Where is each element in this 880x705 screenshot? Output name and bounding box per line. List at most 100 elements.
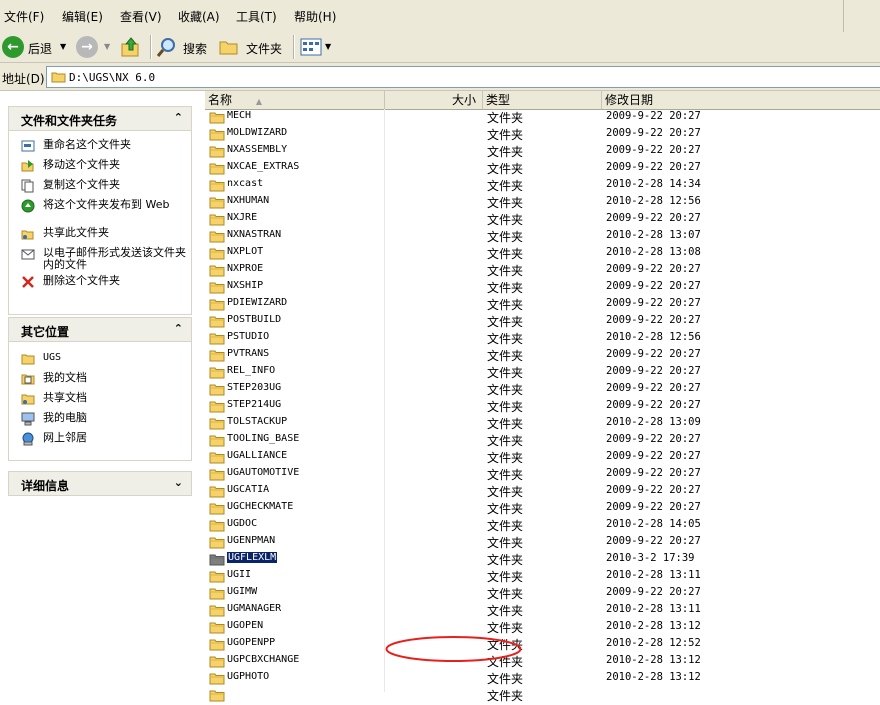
file-row[interactable]: UGII 文件夹 2010-2-28 13:11	[205, 568, 880, 585]
file-name[interactable]: STEP203UG	[227, 382, 281, 393]
task-label[interactable]: 重命名这个文件夹	[43, 139, 193, 151]
file-name[interactable]: TOLSTACKUP	[227, 416, 287, 427]
file-row[interactable]: UGOPEN 文件夹 2010-2-28 13:12	[205, 619, 880, 636]
place-label[interactable]: 我的电脑	[43, 412, 193, 424]
file-name[interactable]: POSTBUILD	[227, 314, 281, 325]
file-name[interactable]: PVTRANS	[227, 348, 269, 359]
file-row[interactable]: NXSHIP 文件夹 2009-9-22 20:27	[205, 279, 880, 296]
panel-header[interactable]: 其它位置 ⌃	[8, 317, 192, 342]
file-name[interactable]: NXPLOT	[227, 246, 263, 257]
file-name[interactable]: UGOPEN	[227, 620, 263, 631]
file-row[interactable]: UGMANAGER 文件夹 2010-2-28 13:11	[205, 602, 880, 619]
file-name[interactable]: UGDOC	[227, 518, 257, 529]
place-label[interactable]: UGS	[43, 352, 193, 364]
file-row[interactable]: NXNASTRAN 文件夹 2010-2-28 13:07	[205, 228, 880, 245]
menu-favorites[interactable]: 收藏(A)	[178, 8, 220, 25]
back-button-label[interactable]: 后退	[28, 40, 52, 57]
file-name[interactable]: PDIEWIZARD	[227, 297, 287, 308]
file-name[interactable]: NXSHIP	[227, 280, 263, 291]
collapse-chevron-icon[interactable]: ⌃	[174, 322, 183, 335]
file-row[interactable]: UGPCBXCHANGE 文件夹 2010-2-28 13:12	[205, 653, 880, 670]
file-name[interactable]: UGAUTOMOTIVE	[227, 467, 299, 478]
search-icon[interactable]	[156, 36, 178, 58]
file-name[interactable]: UGPHOTO	[227, 671, 269, 682]
folders-icon[interactable]	[218, 36, 240, 58]
menu-tools[interactable]: 工具(T)	[236, 8, 277, 25]
file-row[interactable]: UGFLEXLM 文件夹 2010-3-2 17:39	[205, 551, 880, 568]
file-name[interactable]: UGFLEXLM	[225, 551, 279, 564]
file-row[interactable]: NXCAE_EXTRAS 文件夹 2009-9-22 20:27	[205, 160, 880, 177]
menu-help[interactable]: 帮助(H)	[294, 8, 336, 25]
file-name[interactable]: NXCAE_EXTRAS	[227, 161, 299, 172]
task-label[interactable]: 删除这个文件夹	[43, 275, 193, 287]
file-name[interactable]: UGPCBXCHANGE	[227, 654, 299, 665]
file-name[interactable]: STEP214UG	[227, 399, 281, 410]
file-name[interactable]: UGII	[227, 569, 251, 580]
file-name[interactable]: UGENPMAN	[227, 535, 275, 546]
file-name[interactable]: UGALLIANCE	[227, 450, 287, 461]
views-icon[interactable]	[300, 37, 322, 57]
file-name[interactable]: NXPROE	[227, 263, 263, 274]
file-name[interactable]: nxcast	[227, 178, 263, 189]
task-label[interactable]: 以电子邮件形式发送该文件夹内的文件	[43, 247, 193, 271]
folders-button-label[interactable]: 文件夹	[246, 40, 282, 57]
file-row[interactable]: POSTBUILD 文件夹 2009-9-22 20:27	[205, 313, 880, 330]
file-row[interactable]: TOLSTACKUP 文件夹 2010-2-28 13:09	[205, 415, 880, 432]
task-label[interactable]: 共享此文件夹	[43, 227, 193, 239]
file-row[interactable]: TOOLING_BASE 文件夹 2009-9-22 20:27	[205, 432, 880, 449]
file-row[interactable]: UGIMW 文件夹 2009-9-22 20:27	[205, 585, 880, 602]
file-name[interactable]: UGCATIA	[227, 484, 269, 495]
file-row[interactable]: nxcast 文件夹 2010-2-28 14:34	[205, 177, 880, 194]
panel-header[interactable]: 详细信息 ⌄	[8, 471, 192, 496]
views-dropdown-icon[interactable]: ▼	[325, 42, 331, 51]
file-row[interactable]: UGPHOTO 文件夹 2010-2-28 13:12	[205, 670, 880, 687]
file-row[interactable]: UGDOC 文件夹 2010-2-28 14:05	[205, 517, 880, 534]
file-row[interactable]: NXPROE 文件夹 2009-9-22 20:27	[205, 262, 880, 279]
expand-chevron-icon[interactable]: ⌄	[174, 476, 183, 489]
file-row[interactable]: PVTRANS 文件夹 2009-9-22 20:27	[205, 347, 880, 364]
file-name[interactable]: TOOLING_BASE	[227, 433, 299, 444]
task-label[interactable]: 复制这个文件夹	[43, 179, 193, 191]
file-row[interactable]: NXPLOT 文件夹 2010-2-28 13:08	[205, 245, 880, 262]
file-row[interactable]: 文件夹	[205, 687, 880, 704]
file-name[interactable]: NXNASTRAN	[227, 229, 281, 240]
file-name[interactable]: NXJRE	[227, 212, 257, 223]
file-name[interactable]: UGOPENPP	[227, 637, 275, 648]
menu-file[interactable]: 文件(F)	[4, 8, 44, 25]
task-label[interactable]: 移动这个文件夹	[43, 159, 193, 171]
place-label[interactable]: 共享文档	[43, 392, 193, 404]
address-path[interactable]: D:\UGS\NX 6.0	[69, 71, 155, 84]
file-row[interactable]: PSTUDIO 文件夹 2010-2-28 12:56	[205, 330, 880, 347]
file-row[interactable]: PDIEWIZARD 文件夹 2009-9-22 20:27	[205, 296, 880, 313]
file-row[interactable]: MOLDWIZARD 文件夹 2009-9-22 20:27	[205, 126, 880, 143]
place-label[interactable]: 我的文档	[43, 372, 193, 384]
column-type[interactable]: 类型	[483, 91, 602, 109]
file-name[interactable]: NXHUMAN	[227, 195, 269, 206]
file-row[interactable]: NXASSEMBLY 文件夹 2009-9-22 20:27	[205, 143, 880, 160]
column-name[interactable]: 名称 ▲	[205, 91, 385, 109]
file-row[interactable]: NXHUMAN 文件夹 2010-2-28 12:56	[205, 194, 880, 211]
place-label[interactable]: 网上邻居	[43, 432, 193, 444]
address-field[interactable]: D:\UGS\NX 6.0	[46, 66, 880, 88]
file-row[interactable]: STEP203UG 文件夹 2009-9-22 20:27	[205, 381, 880, 398]
panel-header[interactable]: 文件和文件夹任务 ⌃	[8, 106, 192, 131]
task-label[interactable]: 将这个文件夹发布到 Web	[43, 199, 193, 211]
file-name[interactable]: PSTUDIO	[227, 331, 269, 342]
menu-view[interactable]: 查看(V)	[120, 8, 162, 25]
file-row[interactable]: UGAUTOMOTIVE 文件夹 2009-9-22 20:27	[205, 466, 880, 483]
back-dropdown-icon[interactable]: ▼	[60, 42, 66, 51]
file-row[interactable]: UGCATIA 文件夹 2009-9-22 20:27	[205, 483, 880, 500]
file-row[interactable]: NXJRE 文件夹 2009-9-22 20:27	[205, 211, 880, 228]
forward-dropdown-icon[interactable]: ▼	[104, 42, 110, 51]
file-row[interactable]: UGCHECKMATE 文件夹 2009-9-22 20:27	[205, 500, 880, 517]
file-name[interactable]: UGMANAGER	[227, 603, 281, 614]
file-name[interactable]: UGIMW	[227, 586, 257, 597]
collapse-chevron-icon[interactable]: ⌃	[174, 111, 183, 124]
column-modified[interactable]: 修改日期	[602, 91, 880, 109]
file-row[interactable]: UGENPMAN 文件夹 2009-9-22 20:27	[205, 534, 880, 551]
forward-arrow-icon[interactable]: →	[76, 36, 98, 58]
file-name[interactable]: NXASSEMBLY	[227, 144, 287, 155]
up-folder-icon[interactable]	[120, 36, 142, 58]
file-row[interactable]: STEP214UG 文件夹 2009-9-22 20:27	[205, 398, 880, 415]
file-row[interactable]: REL_INFO 文件夹 2009-9-22 20:27	[205, 364, 880, 381]
